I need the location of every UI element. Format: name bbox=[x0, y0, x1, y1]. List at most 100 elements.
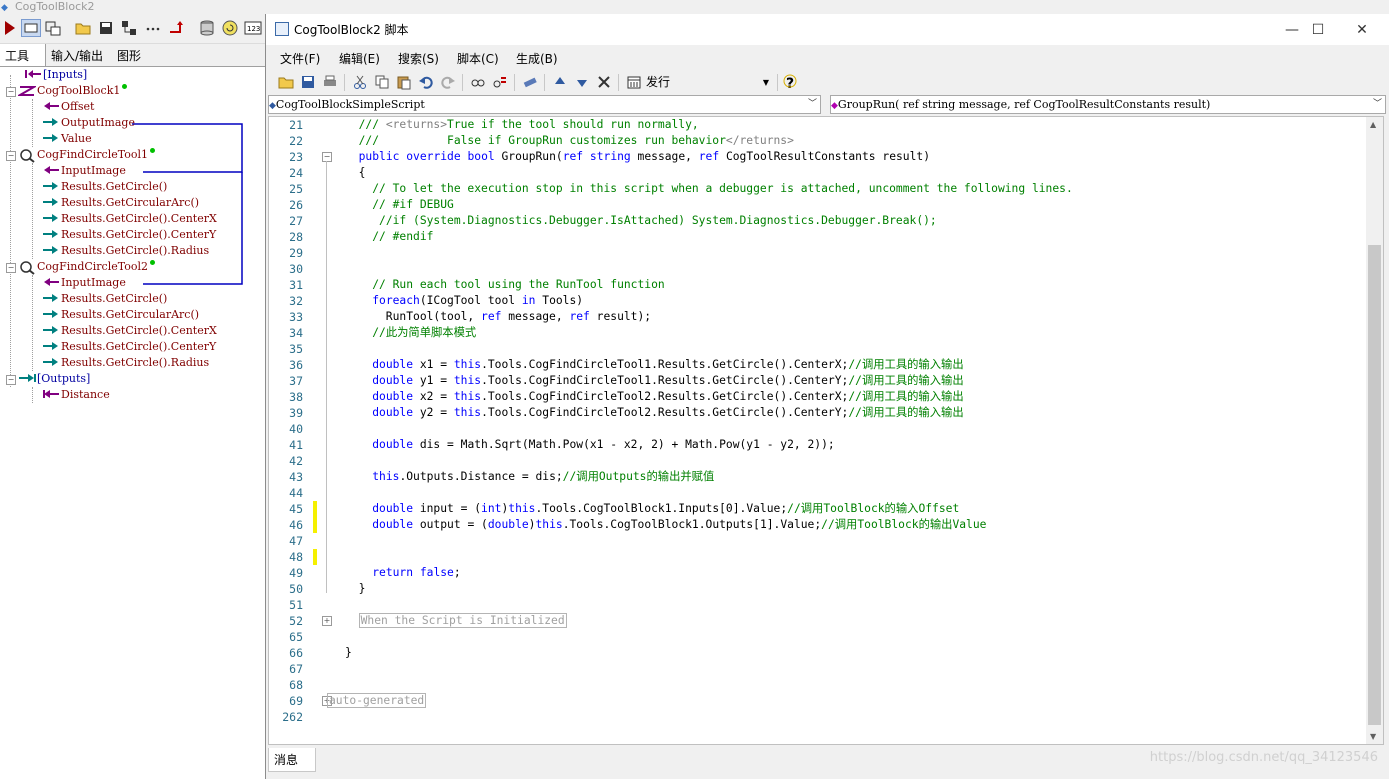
save-icon[interactable] bbox=[300, 74, 316, 90]
menu-search[interactable]: 搜索(S) bbox=[398, 50, 439, 67]
tree-node-output[interactable]: Results.GetCircularArc() bbox=[42, 195, 199, 211]
scroll-down-icon[interactable]: ▼ bbox=[1370, 732, 1376, 741]
vertical-scrollbar[interactable]: ▲ ▼ bbox=[1366, 117, 1383, 744]
tree-node-output[interactable]: Results.GetCircle().CenterY bbox=[42, 339, 216, 355]
tree-node-output[interactable]: Results.GetCircle().CenterX bbox=[42, 211, 217, 227]
move-down-icon[interactable] bbox=[574, 74, 590, 90]
code-line[interactable]: /// <returns>True if the tool should run… bbox=[345, 117, 699, 133]
code-line[interactable]: return false; bbox=[345, 565, 460, 581]
code-line[interactable]: this.Outputs.Distance = dis;//调用Outputs的… bbox=[345, 469, 714, 485]
code-line[interactable]: When the Script is Initialized bbox=[345, 613, 567, 629]
code-line[interactable]: } bbox=[345, 645, 352, 661]
undo-icon[interactable] bbox=[418, 74, 434, 90]
code-line[interactable]: // Run each tool using the RunTool funct… bbox=[345, 277, 664, 293]
tree-node-outputimage[interactable]: OutputImage bbox=[42, 115, 135, 131]
ellipsis-icon[interactable] bbox=[144, 19, 162, 37]
code-line[interactable]: //此为简单脚本模式 bbox=[345, 325, 476, 341]
code-line[interactable]: // #endif bbox=[345, 229, 433, 245]
collapse-icon[interactable]: − bbox=[6, 87, 16, 97]
print-icon[interactable] bbox=[322, 74, 338, 90]
tree-node-inputs[interactable]: [Inputs] bbox=[24, 67, 87, 83]
tab-inputs-outputs[interactable]: 输入/输出 bbox=[51, 47, 103, 64]
code-line[interactable]: // To let the execution stop in this scr… bbox=[345, 181, 1073, 197]
scroll-up-icon[interactable]: ▲ bbox=[1370, 120, 1376, 129]
code-line[interactable]: //if (System.Diagnostics.Debugger.IsAtta… bbox=[345, 213, 937, 229]
code-line[interactable]: double input = (int)this.Tools.CogToolBl… bbox=[345, 501, 959, 517]
code-editor[interactable]: 21 22 23 24 25 26 27 28 29 30 31 32 33 34 35 36 37 38 39 40… bbox=[268, 116, 1384, 745]
tool-tree-icon[interactable] bbox=[120, 19, 138, 37]
calendar-icon[interactable] bbox=[626, 74, 642, 90]
tree-node-output[interactable]: Results.GetCircle().CenterY bbox=[42, 227, 216, 243]
code-line[interactable]: RunTool(tool, ref message, ref result); bbox=[345, 309, 651, 325]
tree-node-output[interactable]: Results.GetCircle() bbox=[42, 179, 167, 195]
show-tool-display-icon[interactable] bbox=[21, 19, 41, 37]
code-line[interactable]: foreach(ICogTool tool in Tools) bbox=[345, 293, 583, 309]
collapsed-region[interactable]: When the Script is Initialized bbox=[358, 613, 567, 628]
menu-script[interactable]: 脚本(C) bbox=[457, 50, 499, 67]
run-icon[interactable] bbox=[2, 19, 20, 37]
open-folder-icon[interactable] bbox=[74, 19, 92, 37]
tab-graphics[interactable]: 图形 bbox=[117, 47, 141, 64]
menu-build[interactable]: 生成(B) bbox=[516, 50, 558, 67]
code-line[interactable]: double x2 = this.Tools.CogFindCircleTool… bbox=[345, 389, 963, 405]
tab-messages[interactable]: 消息 bbox=[268, 748, 316, 772]
collapse-icon[interactable]: − bbox=[6, 263, 16, 273]
help-icon[interactable]: ? bbox=[782, 74, 798, 92]
code-area[interactable]: /// <returns>True if the tool should run… bbox=[315, 117, 1365, 744]
code-line[interactable]: // #if DEBUG bbox=[345, 197, 454, 213]
build-icon[interactable] bbox=[522, 74, 538, 90]
tree-node-offset[interactable]: Offset bbox=[42, 99, 94, 115]
close-button[interactable]: ✕ bbox=[1342, 18, 1382, 42]
tree-node-inputimage[interactable]: InputImage bbox=[42, 163, 126, 179]
code-line[interactable]: public override bool GroupRun(ref string… bbox=[345, 149, 930, 165]
menu-edit[interactable]: 编辑(E) bbox=[339, 50, 380, 67]
scrollbar-thumb[interactable] bbox=[1368, 245, 1381, 725]
tree-node-output[interactable]: Results.GetCircle().CenterX bbox=[42, 323, 217, 339]
code-line[interactable]: double dis = Math.Sqrt(Math.Pow(x1 - x2,… bbox=[345, 437, 835, 453]
configuration-dropdown[interactable]: 发行 ▼ bbox=[646, 73, 772, 92]
class-selector[interactable]: ◆CogToolBlockSimpleScript ﹀ bbox=[268, 95, 821, 114]
code-line[interactable]: { bbox=[345, 165, 366, 181]
code-line[interactable]: double x1 = this.Tools.CogFindCircleTool… bbox=[345, 357, 963, 373]
save-icon[interactable] bbox=[97, 19, 115, 37]
copy-icon[interactable] bbox=[374, 74, 390, 90]
tree-node-toolblock1[interactable]: − CogToolBlock1 bbox=[6, 83, 128, 99]
code-line[interactable]: double y2 = this.Tools.CogFindCircleTool… bbox=[345, 405, 963, 421]
tool-settings-icon[interactable] bbox=[44, 19, 62, 37]
tree-node-value[interactable]: Value bbox=[42, 131, 92, 147]
code-line[interactable]: double output = (double)this.Tools.CogTo… bbox=[345, 517, 986, 533]
tree-node-distance[interactable]: Distance bbox=[42, 387, 110, 403]
find-icon[interactable] bbox=[470, 74, 486, 90]
code-line[interactable]: } bbox=[345, 581, 366, 597]
maximize-button[interactable]: ☐ bbox=[1298, 18, 1338, 42]
tree-node-outputs[interactable]: − [Outputs] bbox=[6, 371, 90, 387]
database-icon[interactable] bbox=[198, 19, 216, 37]
reset-icon[interactable] bbox=[221, 19, 239, 37]
code-line[interactable]: /// False if GroupRun customizes run beh… bbox=[345, 133, 794, 149]
open-icon[interactable] bbox=[278, 74, 294, 90]
method-selector[interactable]: ◆GroupRun( ref string message, ref CogTo… bbox=[830, 95, 1386, 114]
tab-tools[interactable]: 工具 bbox=[5, 47, 29, 64]
delete-icon[interactable] bbox=[596, 74, 612, 90]
tree-node-output[interactable]: Results.GetCircle() bbox=[42, 291, 167, 307]
code-line[interactable]: double y1 = this.Tools.CogFindCircleTool… bbox=[345, 373, 963, 389]
tree-node-inputimage[interactable]: InputImage bbox=[42, 275, 126, 291]
paste-icon[interactable] bbox=[396, 74, 412, 90]
collapse-icon[interactable]: − bbox=[322, 152, 332, 162]
cut-icon[interactable] bbox=[352, 74, 368, 90]
tree-node-findcircle1[interactable]: − CogFindCircleTool1 bbox=[6, 147, 155, 163]
move-up-icon[interactable] bbox=[552, 74, 568, 90]
tree-node-findcircle2[interactable]: − CogFindCircleTool2 bbox=[6, 259, 155, 275]
tree-node-output[interactable]: Results.GetCircle().Radius bbox=[42, 243, 209, 259]
collapse-icon[interactable]: − bbox=[6, 151, 16, 161]
replace-icon[interactable] bbox=[492, 74, 508, 90]
numeric-display-icon[interactable]: 123 bbox=[244, 19, 262, 37]
link-arrow-icon[interactable] bbox=[167, 19, 185, 37]
tree-node-output[interactable]: Results.GetCircularArc() bbox=[42, 307, 199, 323]
tree-node-output[interactable]: Results.GetCircle().Radius bbox=[42, 355, 209, 371]
redo-icon[interactable] bbox=[440, 74, 456, 90]
collapse-icon[interactable]: − bbox=[6, 375, 16, 385]
collapsed-region[interactable]: auto-generated bbox=[327, 693, 427, 708]
expand-icon[interactable]: + bbox=[322, 616, 332, 626]
code-line[interactable]: auto-generated bbox=[327, 693, 427, 709]
